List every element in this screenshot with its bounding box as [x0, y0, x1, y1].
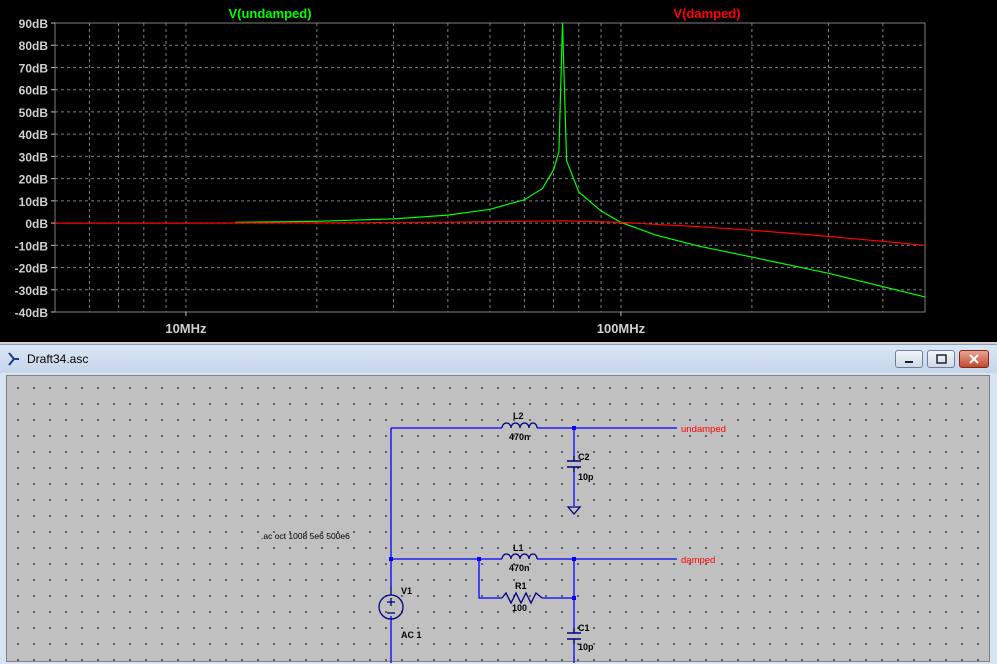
waveform-viewer[interactable]: 90dB 80dB 70dB 60dB 50dB 40dB 30dB 20dB 10dB 0dB -…	[0, 0, 997, 342]
schematic-drawing[interactable]: L2 470n C2 10p L1 470n R1 100 C1 10p V1 …	[7, 376, 991, 663]
x-tick-label: 100MHz	[597, 321, 646, 336]
r1-name-label: R1	[515, 581, 527, 591]
ltspice-app-icon	[8, 352, 19, 366]
maximize-button[interactable]	[927, 350, 955, 368]
v1-name-label: V1	[401, 586, 412, 596]
y-tick-label: 60dB	[19, 84, 49, 98]
trace-legend-damped: V(damped)	[673, 6, 740, 21]
inductor-l1-symbol[interactable]	[501, 553, 538, 560]
c1-value-label: 10p	[578, 642, 594, 652]
net-label-undamped[interactable]: undamped	[681, 424, 726, 435]
y-tick-label: 50dB	[19, 106, 49, 120]
c2-name-label: C2	[578, 452, 590, 462]
wires	[390, 427, 677, 663]
window-titlebar[interactable]: Draft34.asc	[0, 345, 997, 373]
y-tick-label: 40dB	[19, 128, 49, 142]
l2-value-label: 470n	[509, 432, 530, 442]
l1-value-label: 470n	[509, 563, 530, 573]
schematic-canvas[interactable]: L2 470n C2 10p L1 470n R1 100 C1 10p V1 …	[6, 375, 991, 663]
minimize-icon	[905, 361, 913, 363]
y-tick-label: -10dB	[15, 239, 49, 253]
resistor-r1-symbol[interactable]	[501, 591, 543, 605]
y-tick-label: 10dB	[19, 195, 49, 209]
y-tick-label: -40dB	[15, 306, 49, 320]
waveform-plot[interactable]: 90dB 80dB 70dB 60dB 50dB 40dB 30dB 20dB 10dB 0dB -…	[0, 0, 997, 342]
schematic-window[interactable]: Draft34.asc L2 470n C2 10p L1 470n R1 10…	[0, 344, 997, 664]
y-tick-label: 20dB	[19, 173, 49, 187]
inductor-l2-symbol[interactable]	[501, 422, 538, 429]
close-icon	[969, 354, 979, 364]
window-title: Draft34.asc	[27, 352, 89, 366]
y-tick-label: 90dB	[19, 17, 49, 31]
maximize-icon	[936, 354, 947, 364]
y-tick-label: -30dB	[15, 284, 49, 298]
minimize-button[interactable]	[895, 350, 923, 368]
y-tick-label: 30dB	[19, 150, 49, 164]
l2-name-label: L2	[513, 411, 524, 421]
y-tick-label: 0dB	[25, 217, 48, 231]
junction-dots	[389, 426, 576, 600]
r1-value-label: 100	[512, 603, 527, 613]
ground-symbol-c2	[566, 506, 582, 515]
trace-undamped	[235, 22, 926, 298]
l1-name-label: L1	[513, 543, 524, 553]
spice-directive[interactable]: .ac oct 1008 5e6 500e6	[261, 531, 350, 541]
trace-legend-undamped: V(undamped)	[228, 6, 311, 21]
close-button[interactable]	[959, 350, 989, 368]
c1-name-label: C1	[578, 623, 590, 633]
y-tick-label: 70dB	[19, 61, 49, 75]
v1-value-label: AC 1	[401, 630, 422, 640]
x-tick-label: 10MHz	[165, 321, 207, 336]
net-label-damped[interactable]: damped	[681, 555, 715, 566]
y-tick-label: -20dB	[15, 262, 49, 276]
y-tick-label: 80dB	[19, 39, 49, 53]
voltage-source-v1-symbol[interactable]	[378, 586, 404, 620]
c2-value-label: 10p	[578, 472, 594, 482]
